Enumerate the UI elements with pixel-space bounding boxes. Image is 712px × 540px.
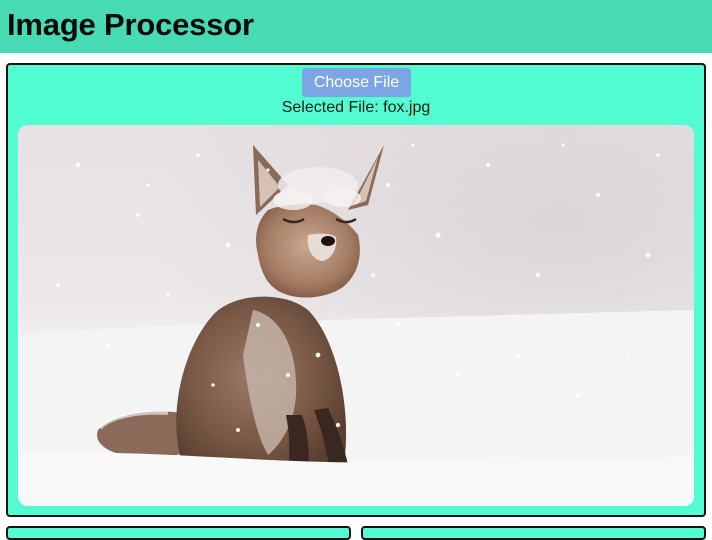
selected-file-label: Selected File: fox.jpg [281, 99, 431, 116]
page-title: Image Processor [7, 7, 254, 42]
app-header: Image Processor [0, 0, 712, 53]
image-preview [18, 125, 694, 506]
right-result-panel [361, 526, 706, 540]
fox-photo [18, 125, 694, 506]
image-upload-panel: Choose File Selected File: fox.jpg [6, 63, 706, 517]
left-result-panel [6, 526, 351, 540]
choose-file-button[interactable]: Choose File [302, 68, 411, 97]
